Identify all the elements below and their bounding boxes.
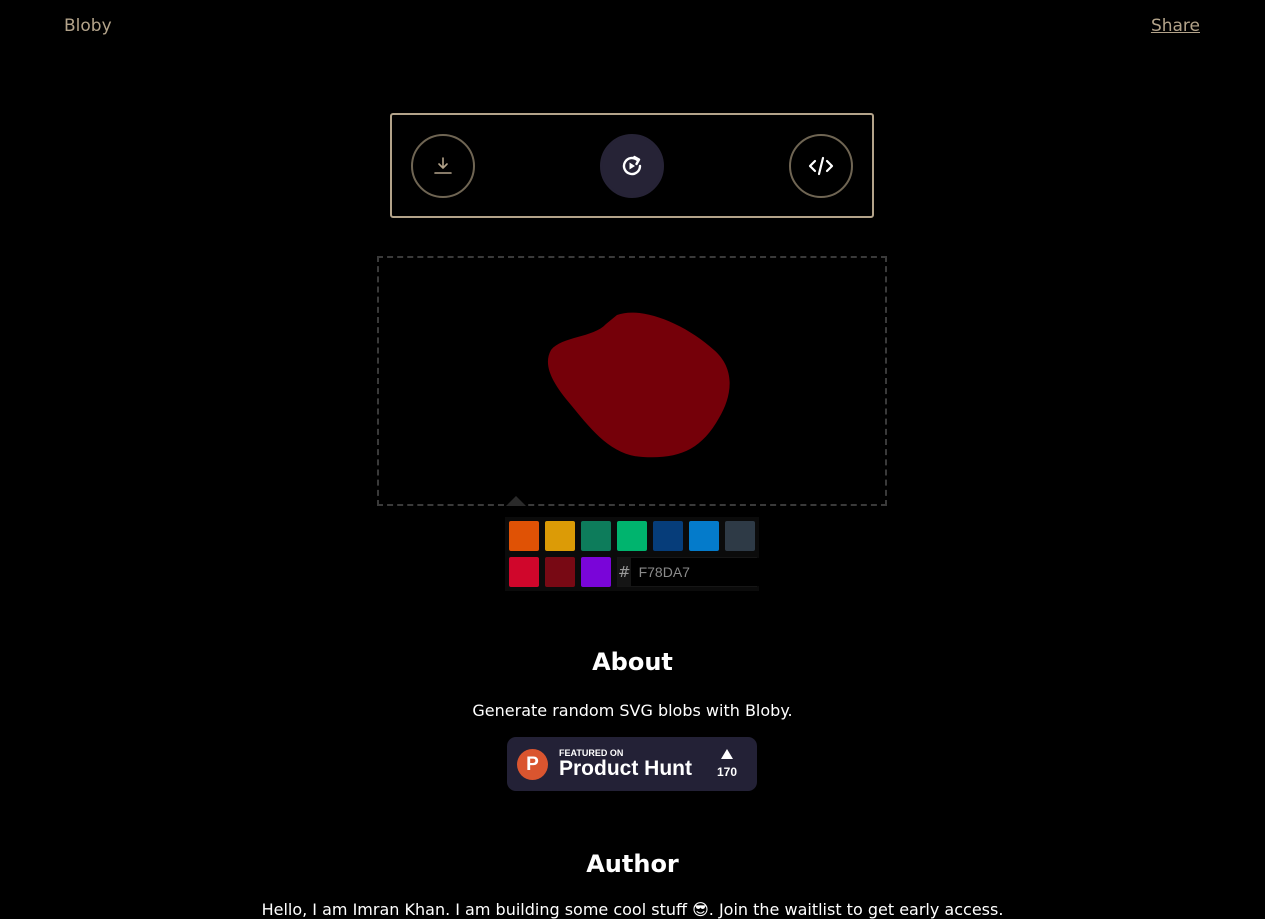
color-swatch[interactable] — [545, 557, 575, 587]
hex-input[interactable] — [630, 558, 820, 586]
color-swatch[interactable] — [653, 521, 683, 551]
top-bar: Bloby Share — [0, 0, 1265, 54]
about-title: About — [592, 648, 673, 676]
color-swatch[interactable] — [545, 521, 575, 551]
code-button[interactable] — [789, 134, 853, 198]
ph-name: Product Hunt — [559, 757, 692, 780]
upvote-count: 170 — [716, 765, 738, 779]
color-swatch[interactable] — [725, 521, 755, 551]
hex-prefix: # — [618, 558, 631, 586]
logo[interactable]: Bloby — [64, 16, 112, 36]
regenerate-icon — [622, 155, 642, 176]
color-swatch[interactable] — [509, 521, 539, 551]
hex-field: # — [617, 557, 820, 587]
author-text: Hello, I am Imran Khan. I am building so… — [261, 900, 1004, 919]
color-swatch[interactable] — [617, 521, 647, 551]
color-swatch[interactable] — [581, 557, 611, 587]
regenerate-button[interactable] — [600, 134, 664, 198]
color-swatch[interactable] — [689, 521, 719, 551]
product-hunt-badge[interactable]: P FEATURED ON Product Hunt 170 — [507, 737, 757, 791]
share-link[interactable]: Share — [1151, 16, 1200, 36]
code-icon — [808, 156, 834, 176]
upvote-arrow-icon — [721, 749, 733, 759]
download-button[interactable] — [411, 134, 475, 198]
download-icon — [434, 157, 452, 174]
toolbar — [390, 113, 874, 218]
palette-caret — [506, 496, 526, 506]
color-swatch[interactable] — [581, 521, 611, 551]
about-text: Generate random SVG blobs with Bloby. — [472, 701, 793, 720]
color-palette: # — [505, 517, 820, 591]
blob-canvas — [377, 256, 887, 506]
color-swatch[interactable] — [509, 557, 539, 587]
blob-shape — [547, 312, 730, 458]
author-title: Author — [586, 850, 679, 878]
product-hunt-logo-icon: P — [517, 749, 548, 780]
